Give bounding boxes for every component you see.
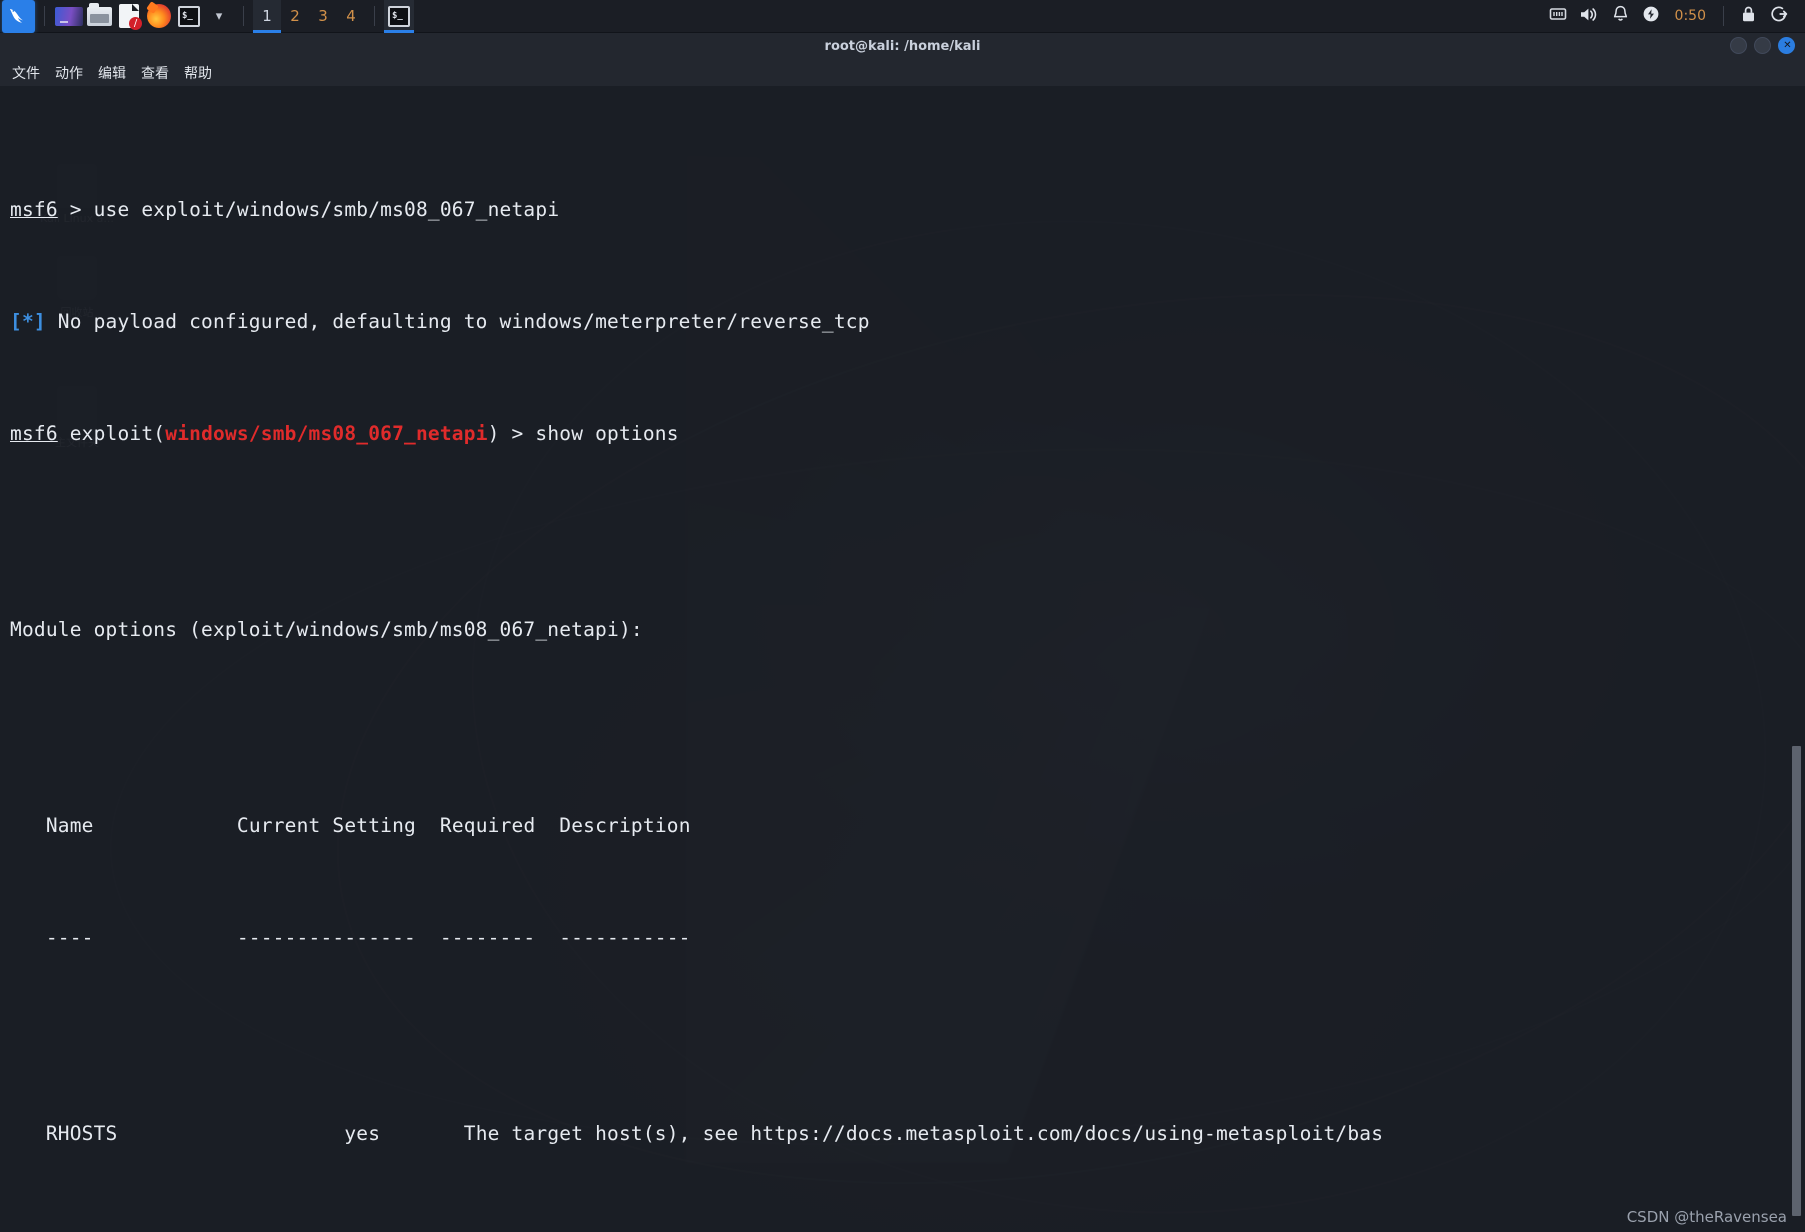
taskbar-divider-2 <box>243 6 244 26</box>
terminal-window: root@kali: /home/kali 文件 动作 编辑 查看 帮助 Kal… <box>0 33 1805 1232</box>
terminal-body[interactable]: Kali Linux a... 回收站 主文件夹 msf6 > use expl… <box>0 86 1805 1232</box>
taskbar-launcher-dropdown[interactable]: ▾ <box>204 0 234 33</box>
workspace-switcher: 1 2 3 4 <box>253 0 365 33</box>
taskbar-launcher-editor[interactable] <box>114 0 144 33</box>
kali-menu-button[interactable] <box>2 0 35 33</box>
workspace-button-4[interactable]: 4 <box>337 0 365 33</box>
close-button[interactable] <box>1778 37 1796 54</box>
col-required: Required <box>439 814 536 837</box>
terminal-module-options-header: Module options (exploit/windows/smb/ms08… <box>10 618 643 641</box>
maximize-button[interactable] <box>1754 37 1771 54</box>
volume-tray-button[interactable] <box>1574 0 1605 33</box>
volume-icon <box>1579 6 1599 27</box>
taskbar-divider-3 <box>374 6 375 26</box>
row-pad <box>117 1122 344 1145</box>
taskbar-window-terminal[interactable]: $_ <box>384 0 414 33</box>
prompt-msf6: msf6 <box>10 422 58 445</box>
terminal-line-use-command: msf6 > use exploit/windows/smb/ms08_067_… <box>10 196 1805 224</box>
terminal-scrollbar-thumb[interactable] <box>1792 746 1801 1216</box>
kali-dragon-logo-icon <box>7 5 30 28</box>
prompt-exploit-open <box>58 422 70 445</box>
module-options-rule: ---- --------------- -------- ----------… <box>10 926 691 949</box>
taskbar-launcher-terminal-gradient[interactable] <box>54 0 84 33</box>
rhosts-description: The target host(s), see https://docs.met… <box>463 1122 1384 1145</box>
col-pad <box>535 814 559 837</box>
taskbar-divider-1 <box>44 6 45 26</box>
watermark: CSDN @theRavensea <box>1626 1208 1787 1226</box>
taskbar-divider-4 <box>1723 6 1724 26</box>
menu-actions[interactable]: 动作 <box>55 63 92 83</box>
terminal-line-show-options: msf6 exploit(windows/smb/ms08_067_netapi… <box>10 420 1805 448</box>
taskbar: $_ ▾ 1 2 3 4 $_ <box>0 0 1805 33</box>
power-tray-button[interactable] <box>1636 0 1667 33</box>
terminal-output[interactable]: msf6 > use exploit/windows/smb/ms08_067_… <box>0 86 1805 1232</box>
command-show-options: show options <box>535 422 679 445</box>
logout-icon <box>1770 5 1789 27</box>
document-icon <box>119 4 142 30</box>
menu-view[interactable]: 查看 <box>141 63 178 83</box>
clock[interactable]: 0:50 <box>1667 8 1714 24</box>
col-pad <box>94 814 237 837</box>
module-options-column-headers: Name Current Setting Required Descriptio… <box>10 812 1805 840</box>
terminal-icon: $_ <box>178 5 200 27</box>
notifications-tray-button[interactable] <box>1605 0 1636 33</box>
taskbar-launcher-files[interactable] <box>84 0 114 33</box>
command-use: use exploit/windows/smb/ms08_067_netapi <box>93 198 560 221</box>
taskbar-launcher-terminal[interactable]: $_ <box>174 0 204 33</box>
terminal-scrollbar[interactable] <box>1790 86 1803 1232</box>
window-controls <box>1730 37 1796 54</box>
prompt-msf6: msf6 <box>10 198 58 221</box>
power-bolt-icon <box>1642 5 1660 27</box>
window-title: root@kali: /home/kali <box>824 38 981 54</box>
lock-screen-button[interactable] <box>1733 0 1764 33</box>
menu-help[interactable]: 帮助 <box>184 63 221 83</box>
terminal-line-info-payload: [*] No payload configured, defaulting to… <box>10 308 1805 336</box>
row-pad <box>10 1122 46 1145</box>
network-icon <box>1549 6 1567 26</box>
prompt-exploit-label: exploit( <box>69 422 166 445</box>
workspace-button-1[interactable]: 1 <box>253 0 281 33</box>
menu-file[interactable]: 文件 <box>12 63 49 83</box>
chevron-down-icon: ▾ <box>215 8 223 24</box>
workspace-button-2[interactable]: 2 <box>281 0 309 33</box>
firefox-icon <box>147 4 171 28</box>
col-pad <box>10 814 46 837</box>
menubar: 文件 动作 编辑 查看 帮助 <box>0 59 1805 86</box>
prompt-close: ) > <box>487 422 536 445</box>
col-pad <box>416 814 440 837</box>
notification-bell-icon <box>1612 5 1629 27</box>
prompt-module-name: windows/smb/ms08_067_netapi <box>165 422 488 445</box>
info-text: No payload configured, defaulting to win… <box>45 310 870 333</box>
rhosts-name: RHOSTS <box>45 1122 118 1145</box>
terminal-gradient-icon <box>55 6 83 26</box>
window-titlebar[interactable]: root@kali: /home/kali <box>0 33 1805 59</box>
col-name: Name <box>45 814 94 837</box>
lock-icon <box>1741 5 1756 27</box>
row-pad <box>380 1122 464 1145</box>
taskbar-launchers: $_ ▾ 1 2 3 4 $_ <box>0 0 414 33</box>
col-description: Description <box>559 814 691 837</box>
workspace-button-3[interactable]: 3 <box>309 0 337 33</box>
network-tray-button[interactable] <box>1543 0 1574 33</box>
folder-icon <box>86 2 112 26</box>
col-current-setting: Current Setting <box>236 814 416 837</box>
taskbar-tray: 0:50 <box>1543 0 1805 33</box>
taskbar-launcher-firefox[interactable] <box>144 0 174 33</box>
terminal-icon: $_ <box>388 5 410 27</box>
info-marker: [*] <box>10 310 46 333</box>
prompt-arrow: > <box>57 198 94 221</box>
menu-edit[interactable]: 编辑 <box>98 63 135 83</box>
logout-button[interactable] <box>1764 0 1795 33</box>
table-row-rhosts: RHOSTS yes The target host(s), see https… <box>10 1120 1805 1148</box>
minimize-button[interactable] <box>1730 37 1747 54</box>
rhosts-required: yes <box>344 1122 381 1145</box>
